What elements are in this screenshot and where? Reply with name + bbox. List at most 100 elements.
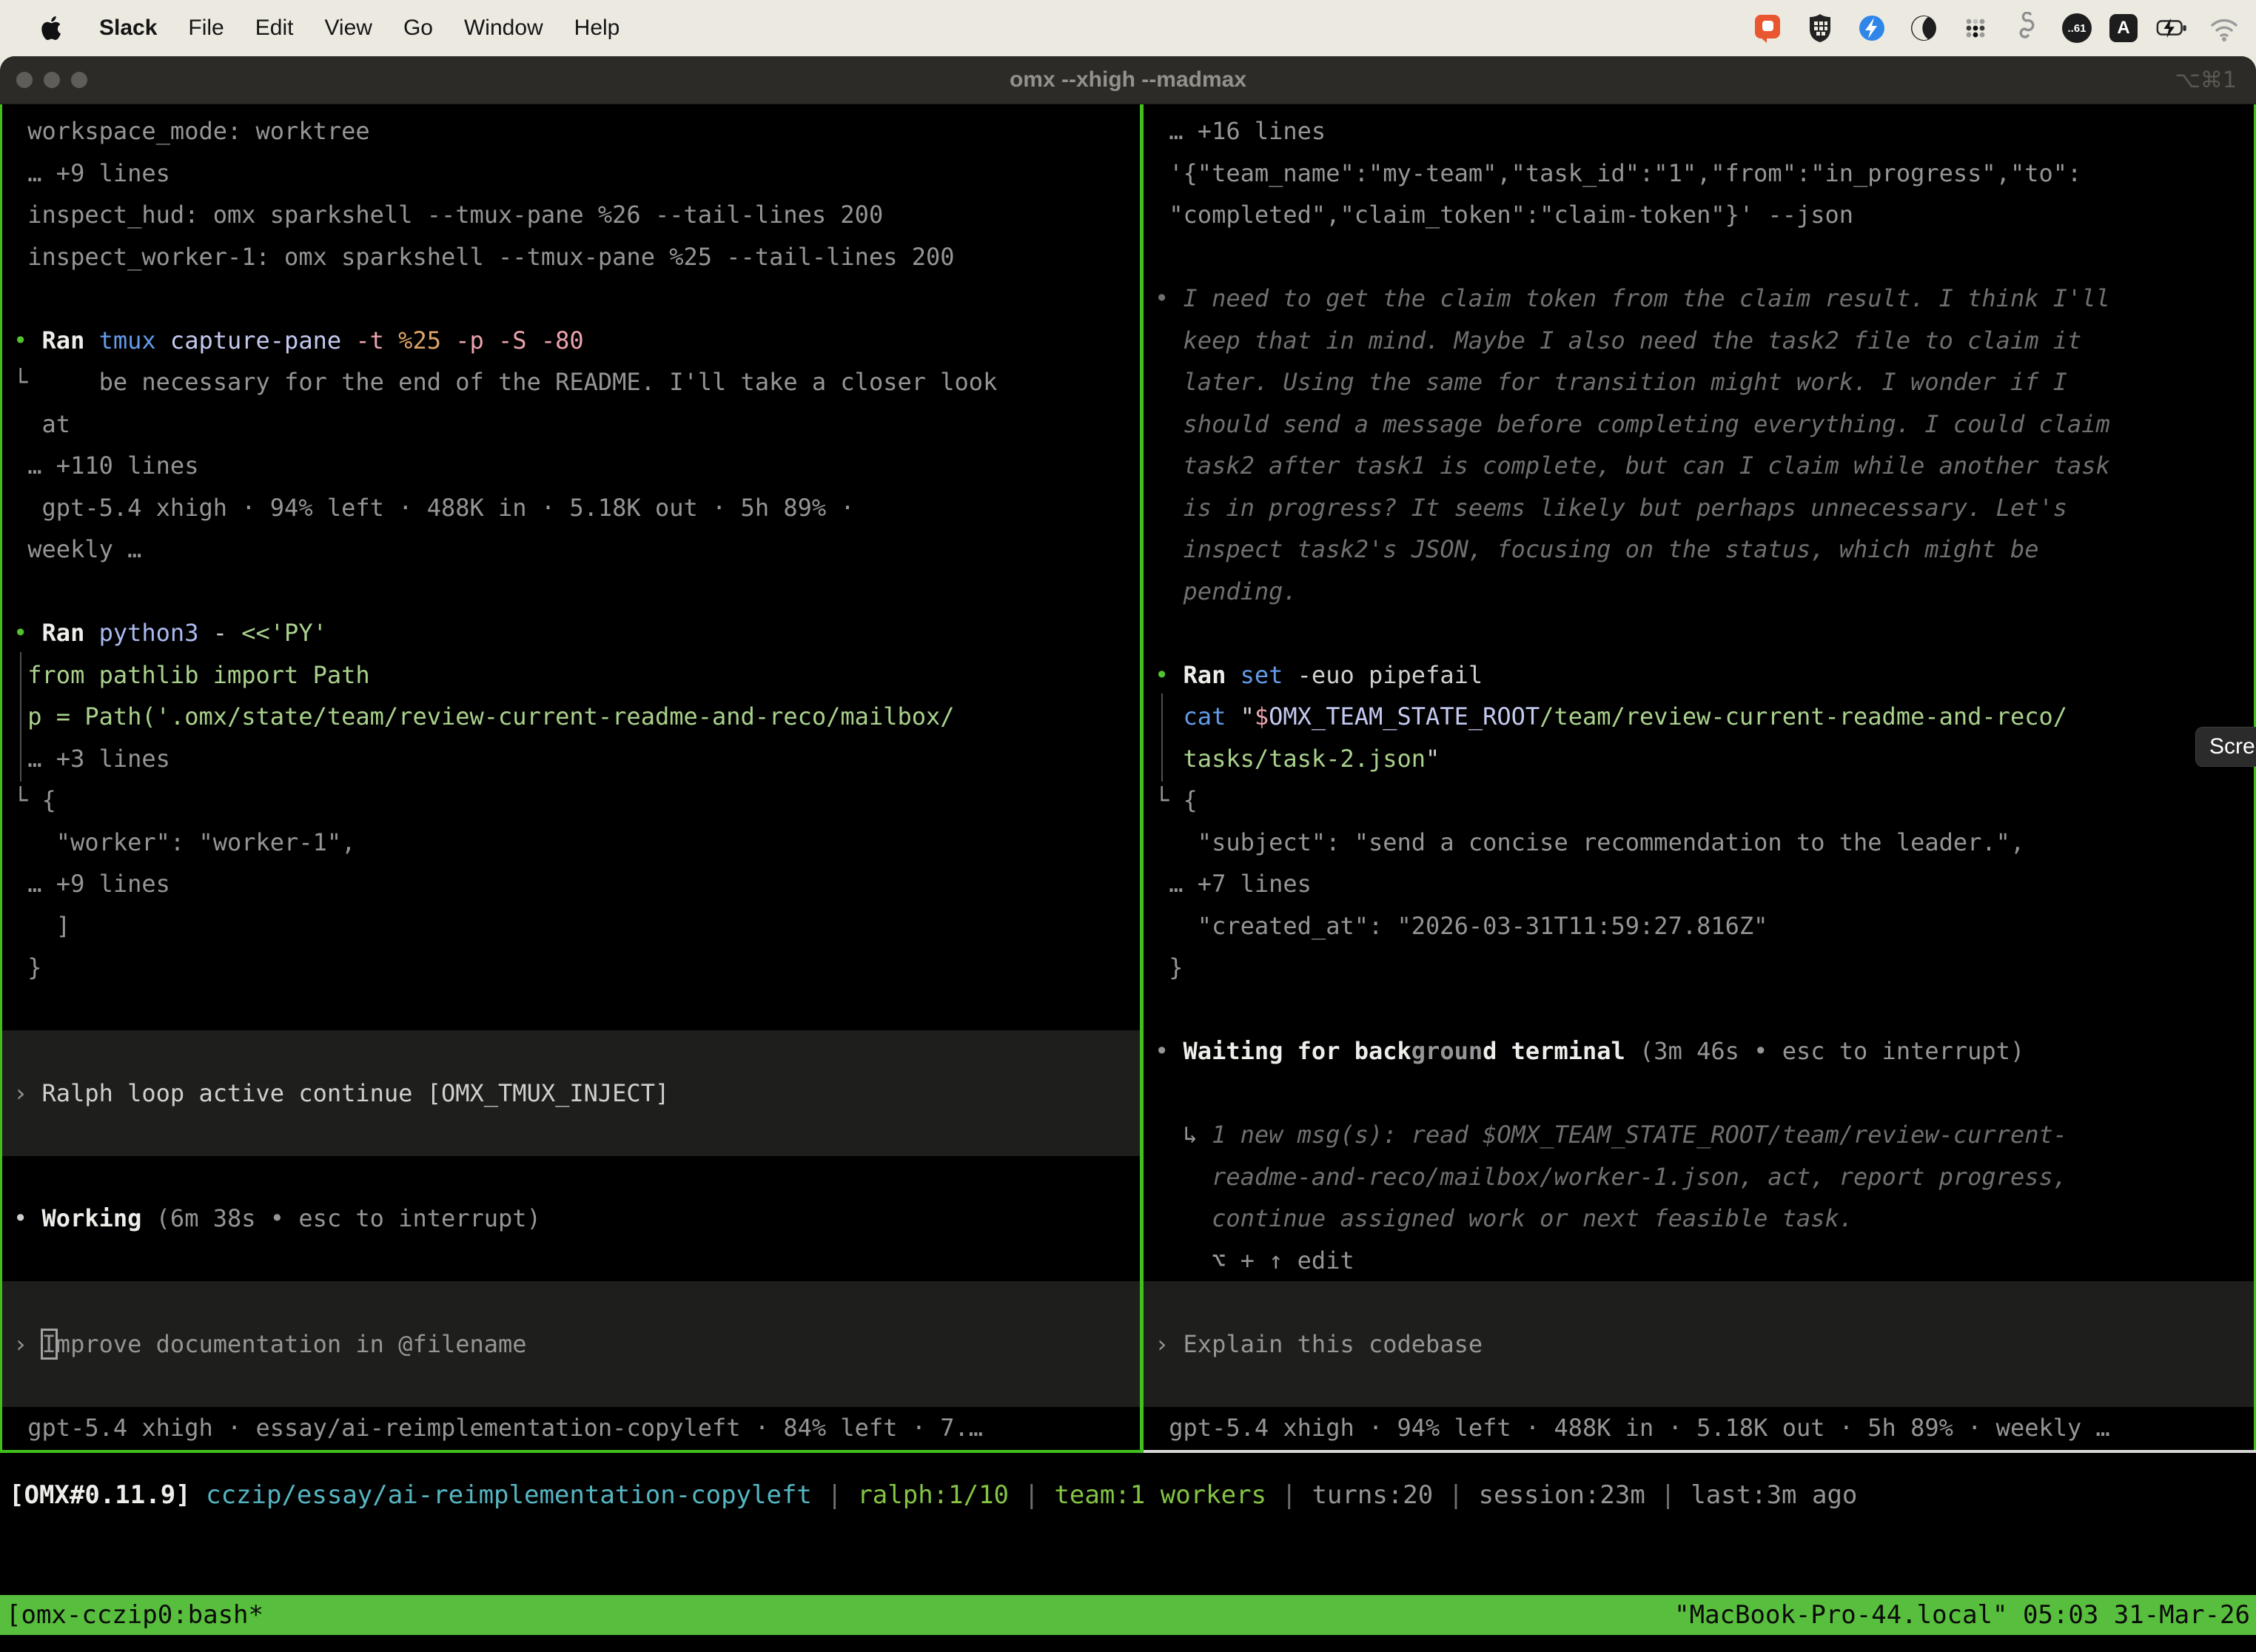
input-source-icon[interactable]: A [2109,14,2138,42]
terminal-line [2,1030,1140,1072]
apple-logo-icon[interactable] [34,11,68,45]
text-segment: gpt-5.4 xhigh · essay/ai-reimplementatio… [13,1414,983,1442]
chat-app-icon[interactable] [1751,11,1785,45]
tree-connector-line [20,652,21,698]
terminal-line: tasks/task-2.json" [1144,738,2254,780]
terminal-line [2,1240,1140,1282]
zoom-window-button[interactable] [71,72,87,88]
crescent-icon[interactable] [1907,11,1941,45]
text-segment: Working [42,1204,156,1232]
terminal-line: • I need to get the claim token from the… [1144,278,2254,320]
terminal-line: gpt-5.4 xhigh · 94% left · 488K in · 5.1… [2,487,1140,529]
menu-item-go[interactable]: Go [403,16,433,41]
menu-item-view[interactable]: View [324,16,372,41]
terminal-line: task2 after task1 is complete, but can I… [1144,445,2254,487]
ralph-loop-status[interactable]: › Ralph loop active continue [OMX_TMUX_I… [2,1072,1140,1115]
text-segment: • [1155,284,1184,312]
terminal-line: … +110 lines [2,445,1140,487]
menu-item-edit[interactable]: Edit [255,16,294,41]
badge-61-icon[interactable]: ..61 [2062,13,2092,43]
text-segment: • [13,326,42,355]
shield-grid-icon[interactable] [1803,11,1837,45]
text-segment: "created_at": "2026-03-31T11:59:27.816Z" [1155,912,1767,940]
text-segment: at [13,410,70,438]
text-segment: -p [455,326,498,355]
terminal-line [1144,236,2254,278]
text-segment: inspect_worker-1: omx sparkshell --tmux-… [13,243,955,271]
menu-status-icons: ..61 A [1751,11,2241,45]
text-segment: workspace_mode: worktree [13,117,370,145]
text-segment: … +9 lines [13,159,170,187]
battery-icon[interactable] [2155,11,2189,45]
text-segment: 1 new msg(s): read $OMX_TEAM_STATE_ROOT/… [1212,1121,2067,1149]
text-segment [1155,745,1184,773]
terminal-line [2,1281,1140,1323]
terminal-line: inspect task2's JSON, focusing on the st… [1144,528,2254,571]
text-segment: } [1155,953,1184,981]
terminal-line: } [2,947,1140,989]
text-segment: %25 [398,326,455,355]
terminal-line: inspect_hud: omx sparkshell --tmux-pane … [2,194,1140,236]
terminal-line: should send a message before completing … [1144,403,2254,446]
text-segment: -euo pipefail [1297,661,1483,689]
text-segment: ↳ [1155,1121,1212,1149]
terminal-line: … +3 lines [2,738,1140,780]
menu-item-file[interactable]: File [188,16,224,41]
window-titlebar[interactable]: omx --xhigh --madmax ⌥⌘1 [0,56,2256,104]
terminal-line: … +7 lines [1144,863,2254,905]
terminal-line: … +9 lines [2,863,1140,905]
text-segment: -S [498,326,541,355]
squiggle-icon[interactable] [2010,11,2044,45]
text-segment: Ran [1184,661,1241,689]
right-pane[interactable]: … +16 lines '{"team_name":"my-team","tas… [1144,104,2256,1450]
text-segment: readme-and-reco/mailbox/worker-1.json, a… [1212,1163,2067,1191]
text-segment: groun [1411,1037,1483,1065]
close-window-button[interactable] [16,72,33,88]
terminal-line: } [1144,947,2254,989]
text-segment: | [1009,1480,1054,1510]
minimize-window-button[interactable] [44,72,60,88]
terminal-line: "completed","claim_token":"claim-token"}… [1144,194,2254,236]
text-segment: "worker": "worker-1", [13,828,355,856]
text-segment: ] [13,912,70,940]
prompt-input-left[interactable]: › Improve documentation in @filename [2,1323,1140,1366]
text-segment: p = Path('.omx/state/team/review-current… [13,702,955,731]
terminal-line: • Working (6m 38s • esc to interrupt) [2,1198,1140,1240]
text-segment: └ { [13,786,56,814]
menu-item-window[interactable]: Window [464,16,543,41]
tree-connector-line [20,736,21,782]
terminal-line: workspace_mode: worktree [2,110,1140,152]
text-segment: python3 [99,619,213,647]
text-segment: … +7 lines [1155,870,1312,898]
terminal-line: └ be necessary for the end of the README… [2,361,1140,403]
text-segment: | [1266,1480,1312,1510]
terminal-line: └ { [1144,779,2254,822]
terminal-line: • Ran set -euo pipefail [1144,654,2254,696]
terminal-window: omx --xhigh --madmax ⌥⌘1 workspace_mode:… [0,56,2256,1652]
text-segment: set [1241,661,1297,689]
text-cursor: I [42,1330,56,1358]
dots-grid-icon[interactable] [1958,11,1993,45]
text-segment: OMX_TEAM_STATE_ROOT [1269,702,1540,731]
tmux-host-clock: "MacBook-Pro-44.local" 05:03 31-Mar-26 [1674,1595,2256,1635]
text-segment: | [1645,1480,1691,1510]
terminal-line: • Ran tmux capture-pane -t %25 -p -S -80 [2,320,1140,362]
menu-item-help[interactable]: Help [574,16,620,41]
text-segment: should send a message before completing … [1155,410,2110,438]
text-segment: inspect task2's JSON, focusing on the st… [1155,535,2038,563]
text-segment: "subject": "send a concise recommendatio… [1155,828,2024,856]
gem-bolt-icon[interactable] [1855,11,1889,45]
menu-app-name[interactable]: Slack [99,16,157,41]
text-segment: -t [355,326,398,355]
text-segment: › [13,1330,42,1358]
text-segment: -80 [541,326,584,355]
text-segment: inspect_hud: omx sparkshell --tmux-pane … [13,201,883,229]
left-pane[interactable]: workspace_mode: worktree … +9 lines insp… [0,104,1140,1450]
tree-connector-line [1161,736,1163,782]
terminal-line: "created_at": "2026-03-31T11:59:27.816Z" [1144,905,2254,947]
screenshot-thumbnail[interactable]: Scre [2195,727,2256,767]
prompt-input-right[interactable]: › Explain this codebase [1144,1323,2254,1366]
terminal-line: … +16 lines [1144,110,2254,152]
text-segment: last:3m ago [1691,1480,1857,1510]
wifi-icon[interactable] [2207,11,2241,45]
